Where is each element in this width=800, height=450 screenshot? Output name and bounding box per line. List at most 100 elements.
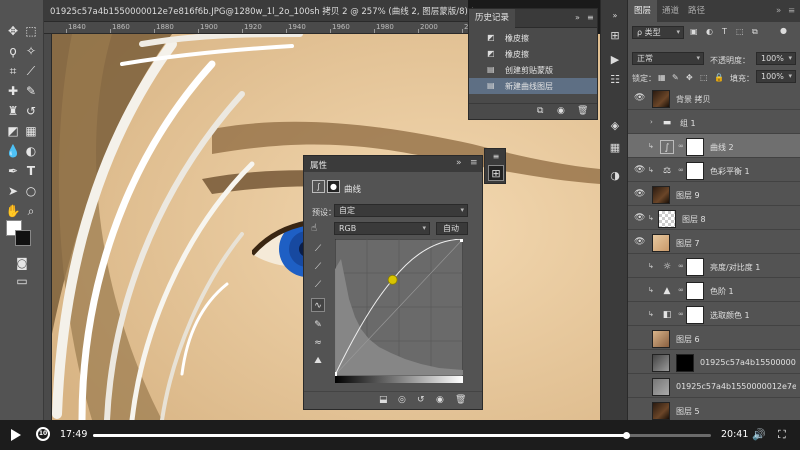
visibility-eye-icon[interactable]: 👁 bbox=[634, 189, 645, 199]
mask-link-icon[interactable]: ∞ bbox=[678, 286, 684, 294]
tab-layers[interactable]: 图层 bbox=[628, 0, 658, 22]
lock-all-icon[interactable]: 🔒 bbox=[714, 73, 724, 82]
progress-handle[interactable] bbox=[622, 432, 630, 439]
visibility-eye-icon[interactable] bbox=[634, 285, 644, 295]
reset-icon[interactable]: ↺ bbox=[417, 395, 425, 405]
layer-thumbnail[interactable] bbox=[652, 90, 670, 108]
visibility-eye-icon[interactable]: 👁 bbox=[634, 93, 645, 103]
history-dock-icon[interactable]: ⊞ bbox=[607, 28, 623, 44]
gray-point-eyedropper-icon[interactable]: ⟋ bbox=[311, 260, 325, 274]
visibility-eye-icon[interactable]: 👁 bbox=[634, 237, 645, 247]
layer-mask-thumbnail[interactable] bbox=[686, 258, 704, 276]
lock-image-icon[interactable]: ✎ bbox=[672, 73, 679, 82]
history-collapse-icon[interactable]: » bbox=[575, 13, 580, 22]
visibility-eye-icon[interactable]: 👁 bbox=[634, 165, 645, 175]
target-adjust-icon[interactable]: ☝ bbox=[311, 223, 317, 234]
tab-paths[interactable]: 路径 bbox=[688, 0, 705, 22]
layer-row[interactable]: 👁 图层 9 bbox=[628, 182, 800, 206]
lock-transparent-icon[interactable]: ▦ bbox=[658, 73, 666, 82]
dock-menu-icon[interactable]: ≡ bbox=[488, 149, 504, 165]
replay-10-button[interactable]: 10 bbox=[36, 427, 50, 441]
screen-mode-icon[interactable]: ▭ bbox=[13, 272, 31, 290]
visibility-eye-icon[interactable]: 👁 bbox=[634, 213, 645, 223]
layer-row[interactable]: ↳ ◧ ∞ 选取颜色 1 bbox=[628, 302, 800, 326]
visibility-eye-icon[interactable] bbox=[634, 405, 644, 415]
mask-link-icon[interactable]: ∞ bbox=[678, 310, 684, 318]
layer-row[interactable]: › ▬ 组 1 bbox=[628, 110, 800, 134]
visibility-eye-icon[interactable] bbox=[634, 309, 644, 319]
tab-channels[interactable]: 通道 bbox=[662, 0, 679, 22]
gradient-tool-icon[interactable]: ▦ bbox=[22, 122, 40, 140]
blend-mode-dropdown[interactable]: 正常 ▾ bbox=[632, 52, 704, 65]
lock-artboard-icon[interactable]: ⬚ bbox=[700, 73, 708, 82]
curves-graph[interactable] bbox=[335, 239, 463, 383]
move-tool-icon[interactable]: ✥ bbox=[4, 22, 22, 40]
auto-button[interactable]: 自动 bbox=[436, 222, 468, 235]
layer-mask-thumbnail[interactable] bbox=[686, 282, 704, 300]
white-point-eyedropper-icon[interactable]: ⟋ bbox=[311, 278, 325, 292]
quick-mask-icon[interactable]: ◙ bbox=[13, 254, 31, 272]
visibility-eye-icon[interactable] bbox=[634, 357, 644, 367]
layers-menu-icon[interactable]: ≡ bbox=[788, 0, 795, 22]
clipping-warning-icon[interactable]: ⛰ bbox=[311, 354, 325, 368]
trash-icon[interactable]: 🗑 bbox=[577, 106, 588, 116]
draw-curve-icon[interactable]: ✎ bbox=[311, 318, 325, 332]
layer-row[interactable]: 👁 背景 拷贝 bbox=[628, 86, 800, 110]
document-tab[interactable]: 01925c57a4b1550000012e7e816f6b.JPG@1280w… bbox=[44, 0, 475, 22]
view-previous-icon[interactable]: ◎ bbox=[398, 395, 406, 405]
path-select-icon[interactable]: ➤ bbox=[4, 182, 22, 200]
color-dock-icon[interactable]: ◈ bbox=[607, 118, 623, 134]
layer-mask-thumbnail[interactable] bbox=[676, 354, 694, 372]
magic-wand-icon[interactable]: ✧ bbox=[22, 42, 40, 60]
curve-control-point[interactable] bbox=[387, 274, 398, 285]
fill-field[interactable]: 100% ▾ bbox=[756, 70, 796, 83]
delete-adjustment-icon[interactable]: 🗑 bbox=[455, 395, 466, 405]
clip-to-layer-icon[interactable]: ⬓ bbox=[379, 395, 388, 405]
layer-thumbnail[interactable] bbox=[658, 210, 676, 228]
camera-icon[interactable]: ◉ bbox=[557, 106, 565, 116]
history-tab[interactable]: 历史记录 bbox=[469, 9, 516, 28]
layer-thumbnail[interactable] bbox=[652, 402, 670, 420]
zoom-tool-icon[interactable]: ⌕ bbox=[22, 202, 40, 220]
play-button[interactable] bbox=[11, 429, 21, 441]
stamp-tool-icon[interactable]: ♜ bbox=[4, 102, 22, 120]
history-item[interactable]: ◩ 橡皮擦 bbox=[469, 30, 597, 46]
layer-row[interactable]: 👁 图层 7 bbox=[628, 230, 800, 254]
layer-thumbnail[interactable] bbox=[652, 234, 670, 252]
filter-adjustment-icon[interactable]: ◐ bbox=[706, 27, 713, 36]
shape-tool-icon[interactable]: ○ bbox=[22, 182, 40, 200]
background-color-swatch[interactable] bbox=[15, 230, 31, 246]
history-item[interactable]: ▤ 新建曲线图层 bbox=[469, 78, 597, 94]
healing-brush-icon[interactable]: ✚ bbox=[4, 82, 22, 100]
blur-tool-icon[interactable]: 💧 bbox=[4, 142, 22, 160]
history-item[interactable]: ◩ 橡皮擦 bbox=[469, 46, 597, 62]
type-tool-icon[interactable]: T bbox=[22, 162, 40, 180]
black-point-eyedropper-icon[interactable]: ⟋ bbox=[311, 242, 325, 256]
layer-row[interactable]: 图层 6 bbox=[628, 326, 800, 350]
layer-thumbnail[interactable] bbox=[652, 378, 670, 396]
opacity-field[interactable]: 100% ▾ bbox=[756, 52, 796, 65]
properties-menu-icon[interactable]: ≡ bbox=[470, 158, 478, 168]
layer-row[interactable]: 👁 ↳ 图层 8 bbox=[628, 206, 800, 230]
swatches-dock-icon[interactable]: ▦ bbox=[607, 140, 623, 156]
history-menu-icon[interactable]: ≡ bbox=[587, 13, 594, 22]
properties-dock-icon[interactable]: ⊞ bbox=[488, 165, 504, 181]
filter-pixel-icon[interactable]: ▣ bbox=[690, 27, 698, 36]
lasso-tool-icon[interactable]: ϙ bbox=[4, 42, 22, 60]
group-expand-icon[interactable]: › bbox=[650, 118, 653, 126]
mask-link-icon[interactable]: ∞ bbox=[678, 142, 684, 150]
history-brush-icon[interactable]: ↺ bbox=[22, 102, 40, 120]
layer-thumbnail[interactable] bbox=[652, 330, 670, 348]
mask-link-icon[interactable]: ∞ bbox=[678, 166, 684, 174]
smooth-curve-icon[interactable]: ≈ bbox=[311, 336, 325, 350]
channel-dropdown[interactable]: RGB ▾ bbox=[334, 222, 430, 235]
visibility-eye-icon[interactable] bbox=[634, 333, 644, 343]
brush-presets-icon[interactable]: ☷ bbox=[607, 72, 623, 88]
layer-row[interactable]: 01925c57a4b1550000012e7e816f6... bbox=[628, 374, 800, 398]
visibility-eye-icon[interactable] bbox=[634, 261, 644, 271]
visibility-icon[interactable]: ◉ bbox=[436, 395, 444, 405]
filter-type-icon[interactable]: T bbox=[722, 27, 727, 36]
layer-row[interactable]: ↳ ▲ ∞ 色阶 1 bbox=[628, 278, 800, 302]
layer-thumbnail[interactable] bbox=[652, 186, 670, 204]
eraser-tool-icon[interactable]: ◩ bbox=[4, 122, 22, 140]
